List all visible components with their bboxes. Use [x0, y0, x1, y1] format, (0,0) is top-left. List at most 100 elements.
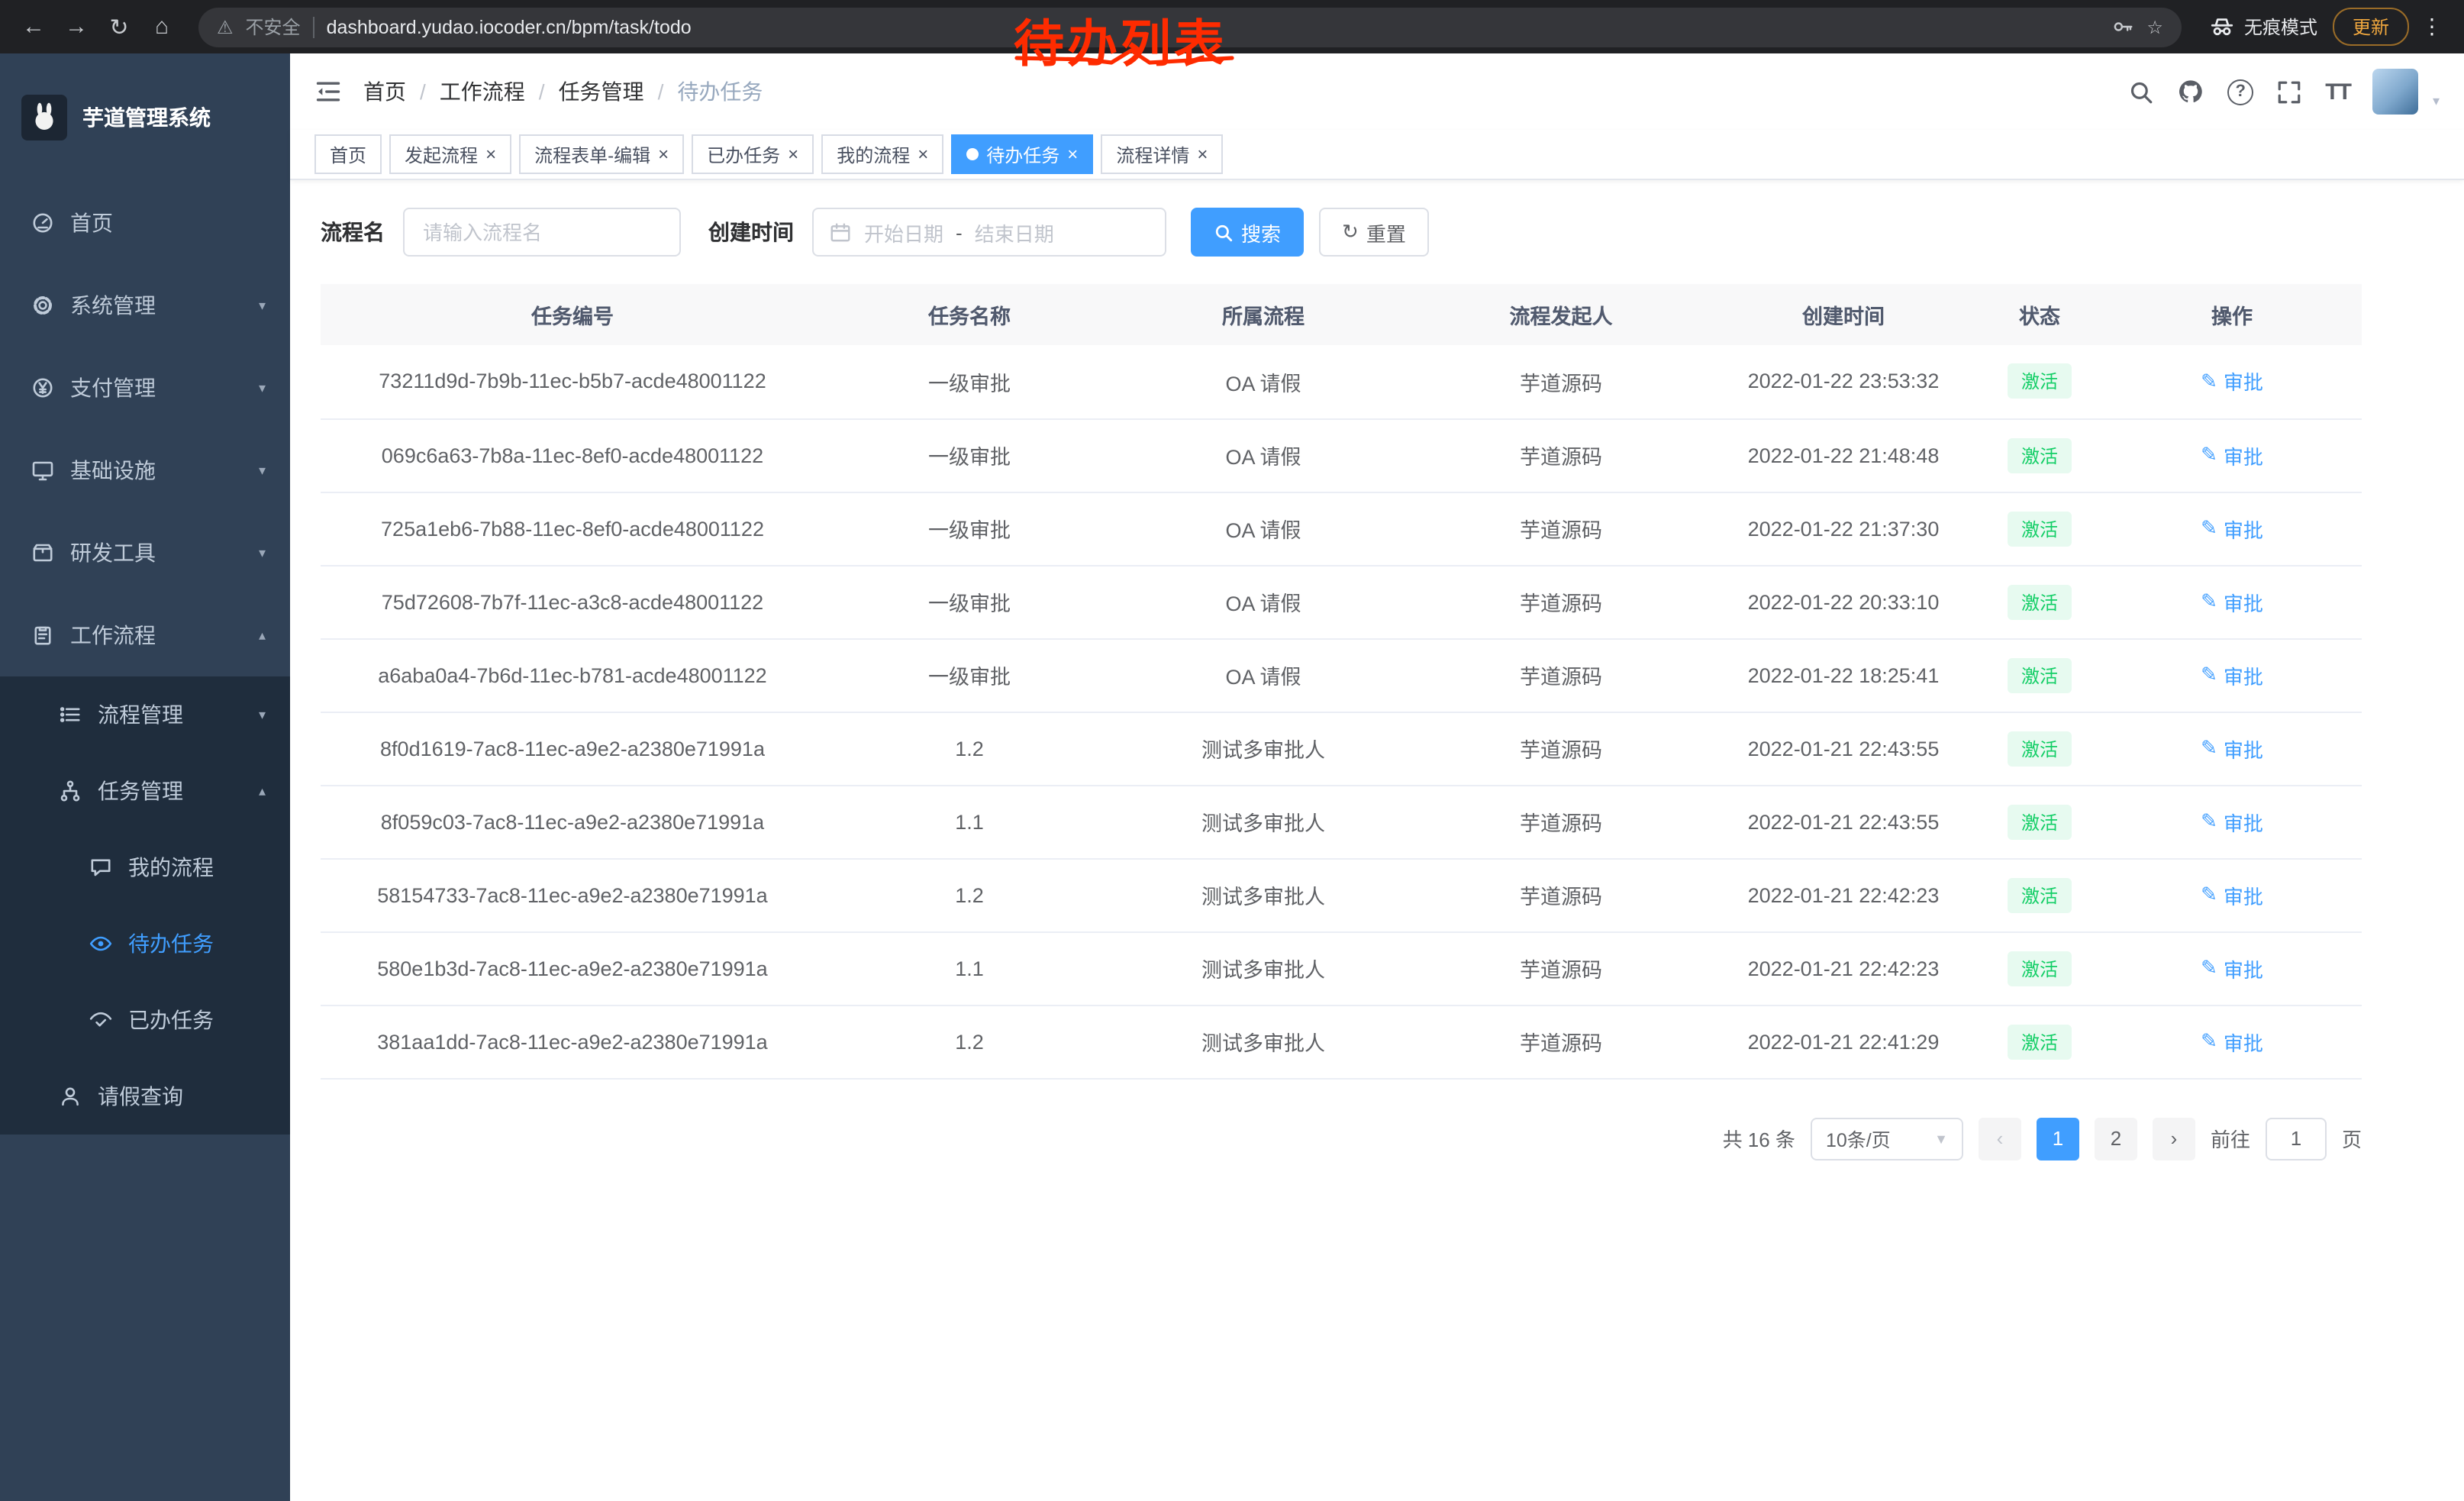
tab-form-edit[interactable]: 流程表单-编辑 ×: [519, 134, 684, 174]
breadcrumb-task-mgmt[interactable]: 任务管理: [559, 76, 644, 107]
chevron-down-icon[interactable]: ▾: [2433, 93, 2440, 110]
chevron-down-icon: ▾: [259, 706, 266, 723]
tab-my-process[interactable]: 我的流程 ×: [821, 134, 943, 174]
table-row: 8f0d1619-7ac8-11ec-a9e2-a2380e71991a 1.2…: [321, 712, 2362, 785]
date-range-picker[interactable]: 开始日期 - 结束日期: [812, 208, 1166, 257]
status-badge: 激活: [2008, 731, 2072, 766]
end-date-placeholder[interactable]: 结束日期: [975, 218, 1054, 247]
chevron-up-icon: ▴: [259, 627, 266, 644]
update-button[interactable]: 更新: [2333, 8, 2409, 46]
col-status: 状态: [1977, 284, 2102, 345]
page-size-select[interactable]: 10条/页 ▼: [1811, 1117, 1963, 1160]
search-icon[interactable]: [2128, 79, 2154, 105]
page-button-1[interactable]: 1: [2037, 1117, 2079, 1160]
page-button-2[interactable]: 2: [2095, 1117, 2137, 1160]
sidebar-item-home[interactable]: 首页: [0, 182, 290, 264]
forward-icon[interactable]: →: [58, 8, 95, 45]
breadcrumb-workflow[interactable]: 工作流程: [440, 76, 525, 107]
search-button[interactable]: 搜索: [1191, 208, 1304, 257]
incognito-label: 无痕模式: [2244, 14, 2317, 40]
close-icon[interactable]: ×: [1197, 145, 1208, 163]
avatar[interactable]: [2373, 69, 2419, 115]
sidebar-item-leave-query[interactable]: 请假查询: [0, 1058, 290, 1135]
sidebar-item-task-mgmt[interactable]: 任务管理 ▴: [0, 753, 290, 829]
tab-home[interactable]: 首页: [314, 134, 382, 174]
process-name-input[interactable]: [403, 208, 681, 257]
sidebar-item-todo-tasks[interactable]: 待办任务: [0, 905, 290, 982]
sidebar-item-system[interactable]: 系统管理 ▾: [0, 264, 290, 347]
chevron-up-icon: ▴: [259, 783, 266, 799]
table-row: 725a1eb6-7b88-11ec-8ef0-acde48001122 一级审…: [321, 492, 2362, 565]
breadcrumb-home[interactable]: 首页: [363, 76, 406, 107]
branch-icon: [58, 779, 82, 803]
table-row: 580e1b3d-7ac8-11ec-a9e2-a2380e71991a 1.1…: [321, 931, 2362, 1005]
approve-button[interactable]: ✎审批: [2201, 807, 2263, 836]
bookmark-star-icon[interactable]: ☆: [2146, 16, 2163, 37]
reload-icon[interactable]: ↻: [101, 8, 137, 45]
approve-button[interactable]: ✎审批: [2201, 587, 2263, 616]
annotation-strike-line: [1014, 45, 1237, 69]
tab-done-tasks[interactable]: 已办任务 ×: [692, 134, 814, 174]
back-icon[interactable]: ←: [15, 8, 52, 45]
status-badge: 激活: [2008, 804, 2072, 839]
calendar-icon: [829, 221, 852, 244]
chevron-down-icon: ▼: [1934, 1131, 1948, 1146]
reset-button[interactable]: ↻ 重置: [1319, 208, 1429, 257]
table-row: a6aba0a4-7b6d-11ec-b781-acde48001122 一级审…: [321, 638, 2362, 712]
sidebar-item-my-process[interactable]: 我的流程: [0, 829, 290, 905]
not-secure-icon: ⚠: [217, 16, 234, 37]
app-title: 芋道管理系统: [82, 102, 211, 133]
edit-icon: ✎: [2201, 516, 2217, 541]
tab-process-detail[interactable]: 流程详情 ×: [1101, 134, 1223, 174]
github-icon[interactable]: [2177, 78, 2204, 105]
sidebar-item-payment[interactable]: 支付管理 ▾: [0, 347, 290, 429]
password-key-icon[interactable]: [2111, 15, 2134, 38]
status-badge: 激活: [2008, 1024, 2072, 1059]
close-icon[interactable]: ×: [918, 145, 928, 163]
filter-bar: 流程名 创建时间 开始日期 - 结束日期 搜索 ↻: [321, 208, 2433, 257]
approve-button[interactable]: ✎审批: [2201, 954, 2263, 983]
home-icon[interactable]: ⌂: [144, 8, 180, 45]
next-page-button[interactable]: ›: [2153, 1117, 2195, 1160]
url-text[interactable]: dashboard.yudao.iocoder.cn/bpm/task/todo: [327, 16, 692, 37]
table-header-row: 任务编号 任务名称 所属流程 流程发起人 创建时间 状态 操作: [321, 284, 2362, 345]
fullscreen-icon[interactable]: [2276, 79, 2302, 105]
approve-button[interactable]: ✎审批: [2201, 660, 2263, 689]
sidebar-toggle-icon[interactable]: [314, 78, 342, 105]
font-size-icon[interactable]: TT: [2325, 79, 2350, 105]
app-logo[interactable]: 芋道管理系统: [0, 53, 290, 182]
close-icon[interactable]: ×: [1067, 145, 1078, 163]
approve-button[interactable]: ✎审批: [2201, 514, 2263, 543]
start-date-placeholder[interactable]: 开始日期: [864, 218, 943, 247]
create-time-label: 创建时间: [708, 217, 794, 247]
dashboard-icon: [31, 211, 55, 235]
goto-page-input[interactable]: [2266, 1117, 2327, 1160]
approve-button[interactable]: ✎审批: [2201, 1027, 2263, 1056]
edit-icon: ✎: [2201, 809, 2217, 834]
goto-label: 前往: [2211, 1124, 2250, 1153]
table-row: 069c6a63-7b8a-11ec-8ef0-acde48001122 一级审…: [321, 418, 2362, 492]
sidebar-item-devtools[interactable]: 研发工具 ▾: [0, 512, 290, 594]
sidebar-item-process-mgmt[interactable]: 流程管理 ▾: [0, 676, 290, 753]
edit-icon: ✎: [2201, 370, 2217, 394]
tab-todo-tasks[interactable]: 待办任务 ×: [951, 134, 1093, 174]
approve-button[interactable]: ✎审批: [2201, 880, 2263, 909]
tab-start-process[interactable]: 发起流程 ×: [389, 134, 511, 174]
sidebar-item-workflow[interactable]: 工作流程 ▴: [0, 594, 290, 676]
approve-button[interactable]: ✎审批: [2201, 441, 2263, 470]
approve-button[interactable]: ✎审批: [2201, 367, 2263, 396]
gear-icon: [31, 293, 55, 318]
sidebar-item-infrastructure[interactable]: 基础设施 ▾: [0, 429, 290, 512]
close-icon[interactable]: ×: [658, 145, 669, 163]
toolbox-icon: [31, 541, 55, 565]
close-icon[interactable]: ×: [485, 145, 496, 163]
sidebar-item-done-tasks[interactable]: 已办任务: [0, 982, 290, 1058]
approve-button[interactable]: ✎审批: [2201, 734, 2263, 763]
refresh-icon: ↻: [1342, 220, 1359, 244]
close-icon[interactable]: ×: [788, 145, 798, 163]
status-badge: 激活: [2008, 877, 2072, 912]
browser-menu-icon[interactable]: ⋮: [2415, 14, 2449, 40]
help-icon[interactable]: ?: [2227, 79, 2253, 105]
prev-page-button[interactable]: ‹: [1979, 1117, 2021, 1160]
col-starter: 流程发起人: [1412, 284, 1710, 345]
